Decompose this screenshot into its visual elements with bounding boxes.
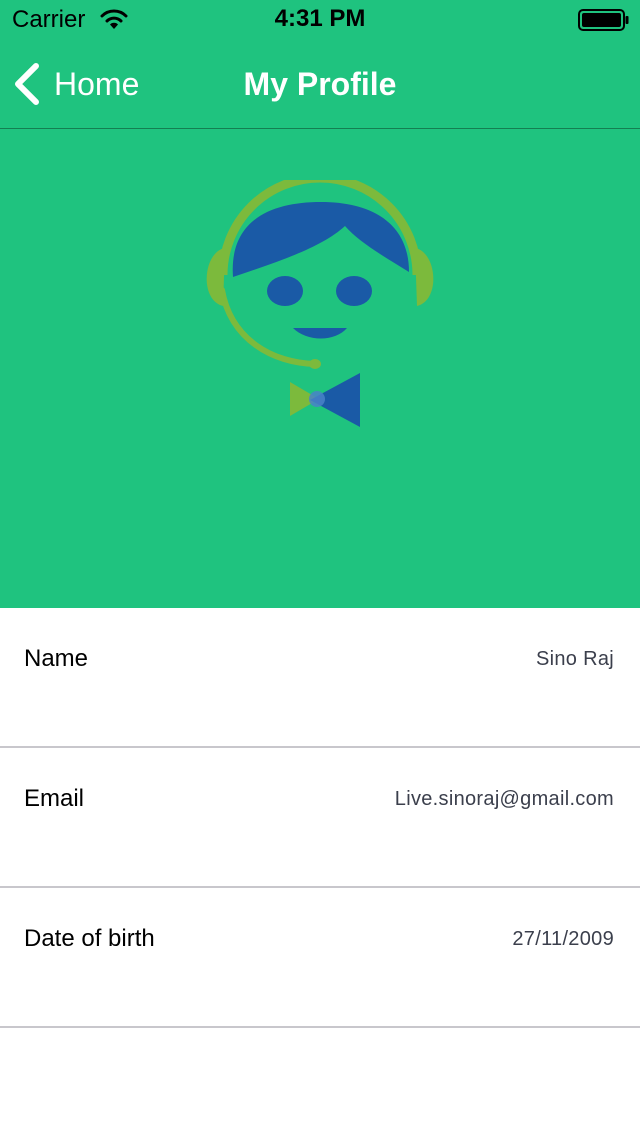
profile-screen: Carrier 4:31 PM Home My Profile Name Sin… [0,0,640,1136]
row-label: Date of birth [24,925,155,952]
avatar-logo [206,180,434,427]
row-label: Name [24,645,89,672]
avatar-hair [232,202,409,277]
profile-details-list: Name Sino Raj Email Live.sinoraj@gmail.c… [0,608,640,1028]
page-title: My Profile [243,66,397,102]
bow-tie-knot [309,391,325,407]
profile-row-date-of-birth: Date of birth 27/11/2009 [0,888,640,1028]
profile-row-name: Name Sino Raj [0,608,640,748]
headset-right-earcup [415,248,434,306]
status-bar: Carrier 4:31 PM [0,0,640,40]
row-value: 27/11/2009 [512,928,614,950]
row-value: Sino Raj [536,648,614,670]
battery-icon [578,9,629,31]
avatar-right-eye [336,276,372,306]
profile-header: Carrier 4:31 PM Home My Profile [0,0,640,608]
headset-mic-arm [219,287,318,367]
status-time: 4:31 PM [274,5,366,32]
row-value: Live.sinoraj@gmail.com [394,788,614,810]
avatar-left-eye [267,276,303,306]
profile-row-email: Email Live.sinoraj@gmail.com [0,748,640,888]
navigation-bar: Home My Profile [0,40,640,129]
avatar-smile [293,328,347,339]
headset-mic [309,359,321,369]
row-label: Email [24,785,85,812]
